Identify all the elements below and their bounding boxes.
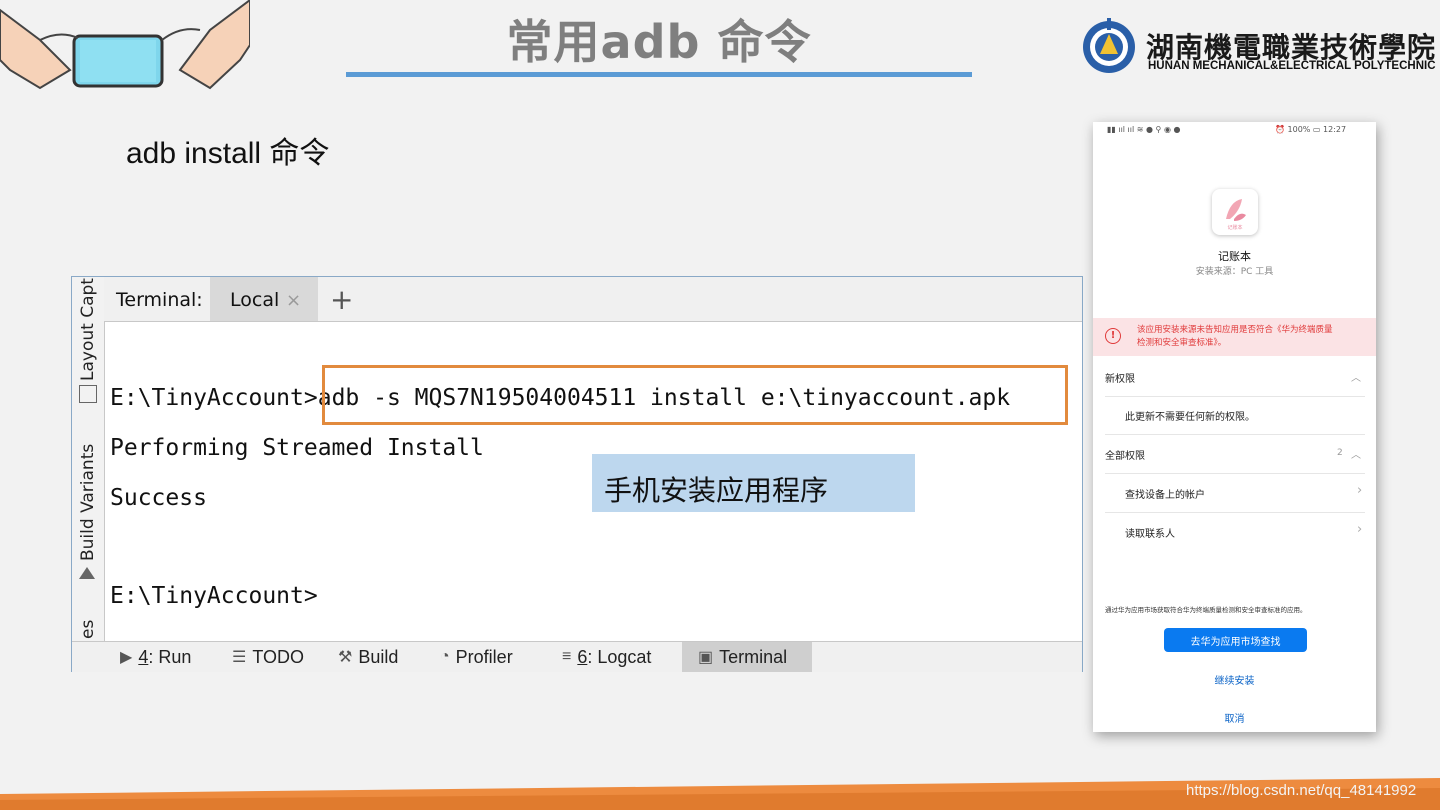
side-tab-build-variants[interactable]: Build Variants xyxy=(78,444,98,561)
new-permissions-desc: 此更新不需要任何新的权限。 xyxy=(1125,412,1255,423)
side-tab-partial[interactable]: es xyxy=(78,620,98,639)
chevron-right-icon: › xyxy=(1357,483,1363,498)
status-bar-left-icons: ▮▮ ııl ııl ≋ ● ⚲ ◉ ● xyxy=(1107,125,1181,134)
divider xyxy=(1105,434,1365,435)
install-source: 安装来源：PC 工具 xyxy=(1195,267,1274,277)
market-note: 通过华为应用市场获取符合华为终端质量检测和安全审查标准的应用。 xyxy=(1105,606,1307,614)
log-lines-icon: ≡ xyxy=(562,648,572,665)
app-name: 记账本 xyxy=(1218,250,1251,263)
tool-logcat-button[interactable]: ≡ 6: Logcat xyxy=(562,642,651,672)
phone-install-screen: ▮▮ ııl ııl ≋ ● ⚲ ◉ ● ⏰ 100% ▭ 12:27 记账本 … xyxy=(1093,122,1376,732)
status-bar-right: ⏰ 100% ▭ 12:27 xyxy=(1275,125,1347,134)
tool-terminal-button[interactable]: ▣ Terminal xyxy=(682,642,812,672)
tool-profiler-button[interactable]: ◔ Profiler xyxy=(440,642,513,672)
android-build-icon xyxy=(79,567,95,579)
market-search-button[interactable]: 去华为应用市场查找 xyxy=(1164,628,1307,652)
section-subtitle: adb install 命令 xyxy=(126,137,330,170)
terminal-line-4[interactable]: E:\TinyAccount> xyxy=(110,583,318,609)
terminal-line-2: Performing Streamed Install xyxy=(110,435,484,461)
annotation-text: 手机安装应用程序 xyxy=(604,474,829,507)
title-underline xyxy=(346,72,972,77)
warning-banner: ! 该应用安装来源未告知应用是否符合《华为终端质量检测和安全审查标准》。 xyxy=(1093,318,1376,356)
annotation-callout: 手机安装应用程序 xyxy=(592,454,915,512)
market-search-button-label: 去华为应用市场查找 xyxy=(1190,637,1281,648)
all-permissions-header[interactable]: 全部权限 xyxy=(1105,447,1145,462)
permission-item[interactable]: 查找设备上的帐户 › xyxy=(1093,474,1376,512)
warning-text: 该应用安装来源未告知应用是否符合《华为终端质量检测和安全审查标准》。 xyxy=(1137,325,1333,348)
tool-run-button[interactable]: ▶ 4: Run xyxy=(120,642,191,672)
divider xyxy=(1105,396,1365,397)
tab-local-label: Local xyxy=(230,289,280,311)
terminal-tab-bar-label: Terminal: xyxy=(116,289,203,311)
permission-label: 读取联系人 xyxy=(1125,529,1175,540)
cancel-button[interactable]: 取消 xyxy=(1093,710,1376,725)
app-icon: 记账本 xyxy=(1212,189,1258,235)
ide-side-tool-strip: Layout Capt Build Variants es xyxy=(72,277,105,641)
school-logo-icon xyxy=(1083,18,1135,73)
new-permissions-header[interactable]: 新权限 xyxy=(1105,370,1135,385)
permission-count: 2 xyxy=(1337,448,1343,458)
permission-item[interactable]: 读取联系人 › xyxy=(1093,513,1376,551)
terminal-prompt: E:\TinyAccount> xyxy=(110,385,318,411)
run-icon: ▶ xyxy=(120,649,133,666)
add-tab-button[interactable]: + xyxy=(330,283,353,316)
alarm-icon: ⏰ xyxy=(1275,125,1288,134)
list-icon: ☰ xyxy=(232,649,247,666)
chevron-up-icon[interactable]: ︿ xyxy=(1351,446,1361,461)
terminal-icon: ▣ xyxy=(698,649,714,666)
tool-todo-button[interactable]: ☰ TODO xyxy=(232,642,304,672)
ide-bottom-tool-bar: ▶ 4: Run ☰ TODO ⚒ Build ◔ Profiler ≡ 6: Logca… xyxy=(72,641,1082,672)
hammer-icon: ⚒ xyxy=(338,649,353,666)
tab-local[interactable]: Local × xyxy=(210,277,318,321)
terminal-prompt: E:\TinyAccount> xyxy=(110,583,318,609)
warning-icon: ! xyxy=(1105,328,1121,344)
ide-terminal-panel: Layout Capt Build Variants es Terminal: … xyxy=(71,276,1083,672)
close-icon[interactable]: × xyxy=(286,290,301,311)
tool-build-button[interactable]: ⚒ Build xyxy=(338,642,398,672)
app-icon-caption: 记账本 xyxy=(1227,225,1243,231)
chevron-right-icon: › xyxy=(1357,522,1363,537)
battery-icon: ▭ xyxy=(1310,125,1324,134)
gauge-icon: ◔ xyxy=(440,648,450,665)
chevron-up-icon[interactable]: ︿ xyxy=(1351,369,1361,384)
terminal-tab-bar: Terminal: Local × + xyxy=(104,277,1082,322)
hands-holding-phone-illustration xyxy=(0,0,250,90)
terminal-line-3: Success xyxy=(110,485,207,511)
permission-label: 查找设备上的帐户 xyxy=(1125,490,1205,501)
continue-install-button[interactable]: 继续安装 xyxy=(1093,672,1376,687)
school-name-english: HUNAN MECHANICAL&ELECTRICAL POLYTECHNIC xyxy=(1148,60,1436,72)
command-highlight-box xyxy=(322,365,1068,425)
layout-capture-icon xyxy=(79,385,97,403)
slide-title: 常用adb 命令 xyxy=(506,15,812,69)
side-tab-layout-captures[interactable]: Layout Capt xyxy=(78,278,98,381)
blog-watermark: https://blog.csdn.net/qq_48141992 xyxy=(1186,782,1417,799)
